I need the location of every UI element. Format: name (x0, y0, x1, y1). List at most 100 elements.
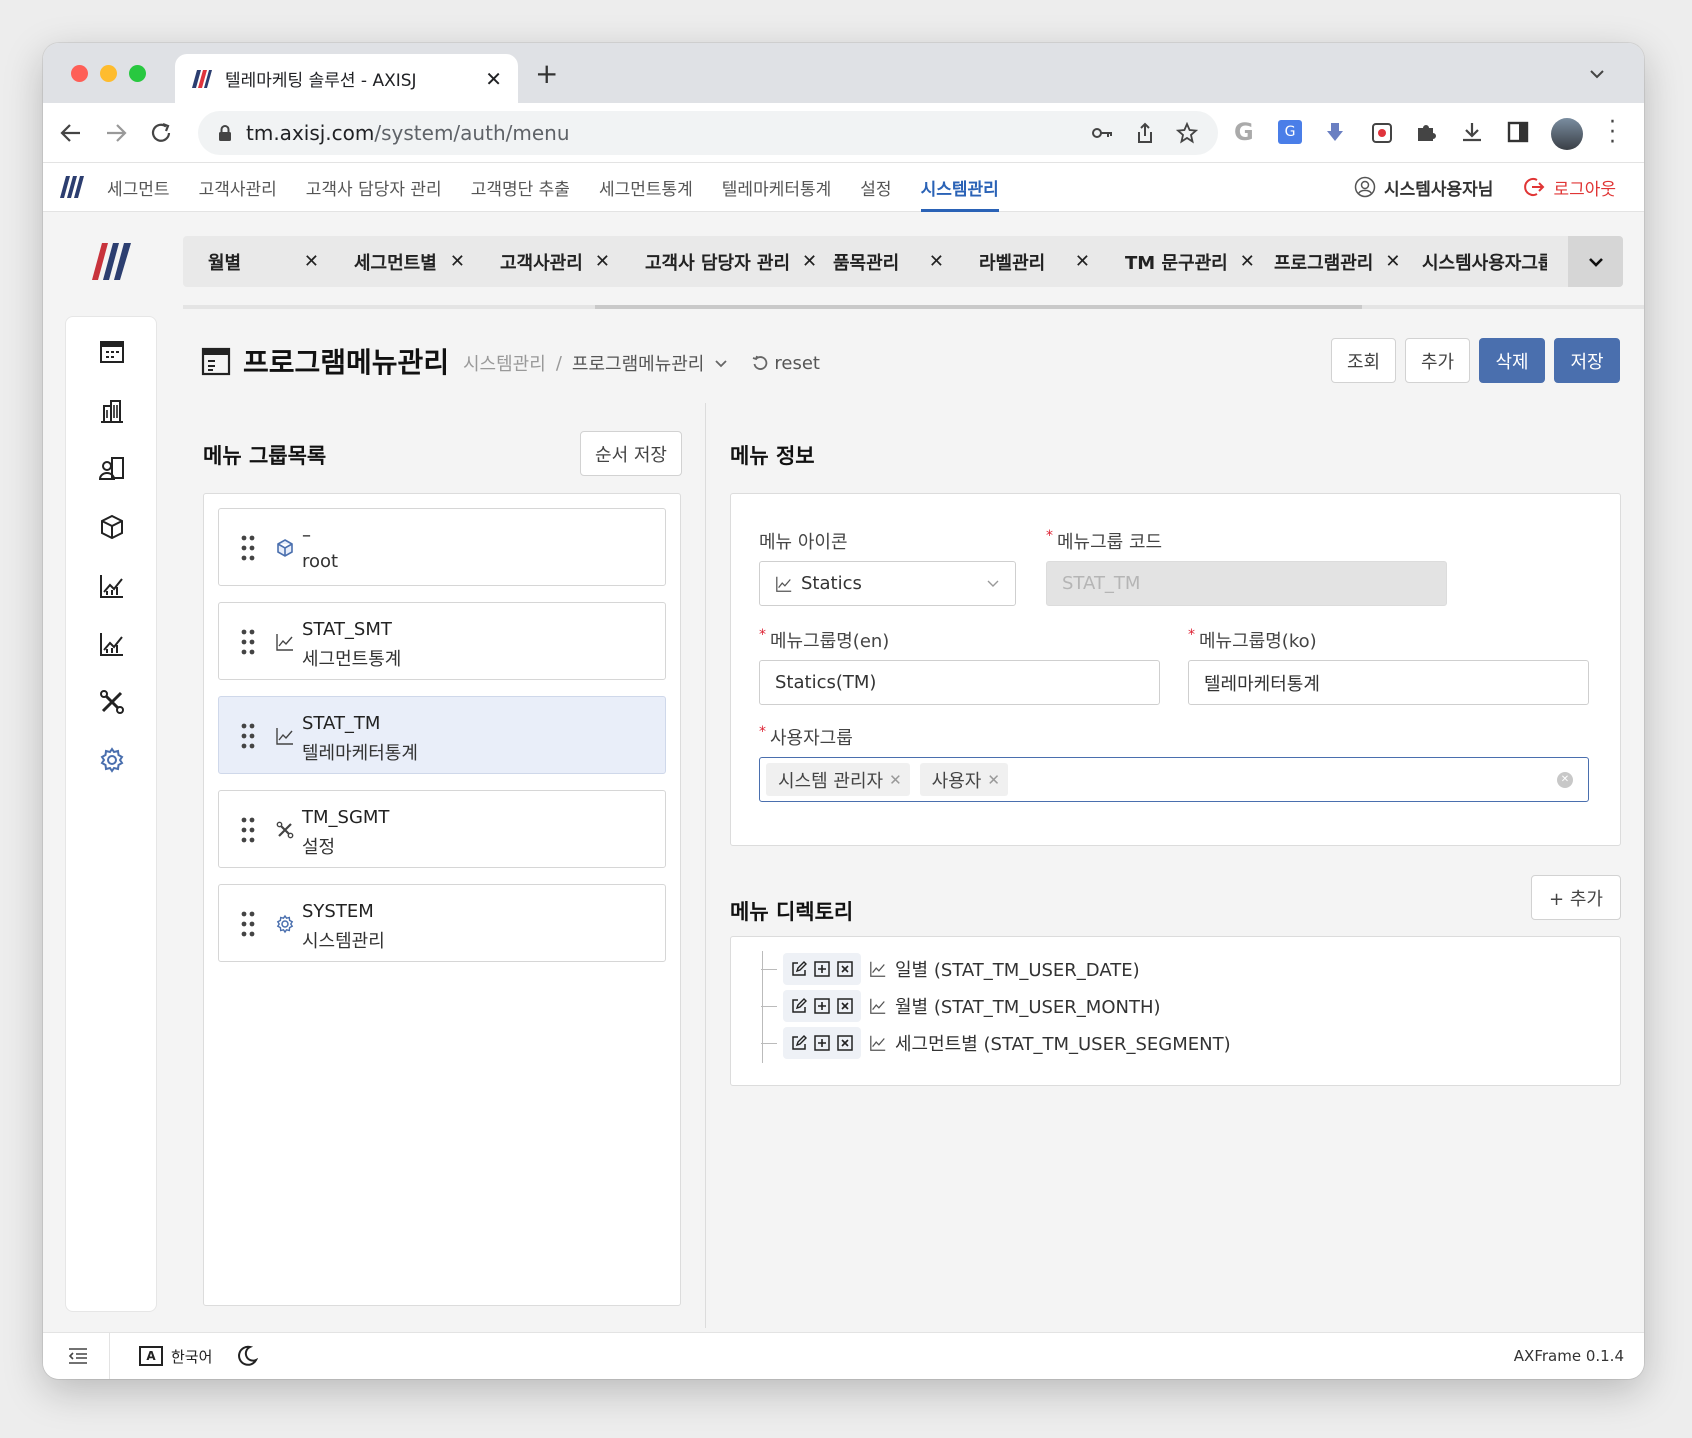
drag-handle-icon[interactable] (241, 629, 255, 655)
search-button[interactable]: 조회 (1331, 338, 1396, 383)
drag-handle-icon[interactable] (241, 723, 255, 749)
kebab-menu-icon[interactable]: · · · (1609, 112, 1616, 154)
add-child-icon[interactable] (814, 998, 830, 1014)
user-group-select[interactable]: 시스템 관리자 ✕ 사용자 ✕ ✕ (759, 757, 1589, 802)
language-icon[interactable]: A (139, 1346, 163, 1366)
language-selector[interactable]: 한국어 (171, 1346, 212, 1367)
page-tab[interactable]: 품목관리 ✕ (808, 236, 954, 287)
delete-button[interactable]: 삭제 (1479, 338, 1545, 383)
reset-icon[interactable] (752, 355, 768, 371)
profile-avatar[interactable] (1551, 118, 1583, 150)
maximize-window-button[interactable] (129, 65, 146, 82)
star-icon[interactable] (1176, 122, 1198, 144)
reload-icon[interactable] (149, 121, 173, 145)
page-tab[interactable]: 고객사관리 ✕ (475, 236, 620, 287)
group-item[interactable]: SYSTEM 시스템관리 (218, 884, 666, 962)
gear-icon[interactable] (98, 746, 126, 774)
edit-icon[interactable] (791, 1035, 807, 1051)
screenshot-icon[interactable] (1370, 121, 1394, 145)
remove-tag-icon[interactable]: ✕ (987, 771, 1000, 789)
group-item[interactable]: TM_SGMT 설정 (218, 790, 666, 868)
add-child-icon[interactable] (814, 961, 830, 977)
extensions-icon[interactable] (1415, 121, 1437, 143)
nav-item-customer[interactable]: 고객사관리 (199, 163, 277, 212)
nav-item-customer-manager[interactable]: 고객사 담당자 관리 (306, 163, 442, 212)
name-ko-input[interactable]: 텔레마케터통계 (1188, 660, 1589, 705)
order-save-button[interactable]: 순서 저장 (580, 431, 682, 476)
close-icon[interactable]: ✕ (595, 251, 610, 272)
drag-handle-icon[interactable] (241, 535, 255, 561)
nav-item-settings[interactable]: 설정 (860, 163, 891, 212)
tools-icon[interactable] (98, 688, 126, 716)
name-en-input[interactable]: Statics(TM) (759, 660, 1160, 705)
google-icon[interactable]: G (1234, 118, 1254, 146)
page-tab[interactable]: TM 문구관리 ✕ (1100, 236, 1255, 287)
nav-item-customer-extract[interactable]: 고객명단 추출 (471, 163, 570, 212)
close-icon[interactable]: ✕ (450, 251, 465, 272)
tabs-overflow-button[interactable] (1568, 236, 1623, 287)
nav-item-segment[interactable]: 세그먼트 (107, 163, 170, 212)
logout-button[interactable]: 로그아웃 (1553, 175, 1616, 200)
panel-divider[interactable] (705, 403, 706, 1328)
page-tab[interactable]: 라벨관리 ✕ (954, 236, 1100, 287)
add-button[interactable]: 추가 (1405, 338, 1470, 383)
download-ext-icon[interactable] (1325, 121, 1345, 143)
nav-item-tm-stats[interactable]: 텔레마케터통계 (722, 163, 831, 212)
page-tab[interactable]: 프로그램관리 ✕ (1249, 236, 1400, 287)
save-button[interactable]: 저장 (1554, 338, 1620, 383)
tabs-scrollbar[interactable] (183, 305, 1644, 309)
group-item[interactable]: STAT_SMT 세그먼트통계 (218, 602, 666, 680)
user-label[interactable]: 시스템사용자님 (1384, 175, 1493, 200)
edit-icon[interactable] (791, 961, 807, 977)
browser-tab[interactable]: 텔레마케팅 솔루션 - AXISJ ✕ (175, 54, 518, 103)
back-icon[interactable] (60, 122, 82, 144)
nav-item-segment-stats[interactable]: 세그먼트통계 (599, 163, 693, 212)
reset-button[interactable]: reset (774, 353, 820, 374)
nav-item-system[interactable]: 시스템관리 (920, 163, 999, 212)
building-icon[interactable] (98, 397, 126, 425)
cube-icon[interactable] (98, 513, 126, 541)
close-tab-icon[interactable]: ✕ (485, 67, 502, 91)
tabs-scrollbar-thumb[interactable] (595, 305, 1362, 309)
translate-icon[interactable]: G (1278, 120, 1302, 144)
icon-select[interactable]: Statics (759, 561, 1016, 606)
key-icon[interactable] (1092, 126, 1114, 140)
new-tab-icon[interactable]: + (535, 57, 558, 90)
logout-icon[interactable] (1523, 176, 1545, 198)
tree-item[interactable]: 세그먼트별 (STAT_TM_USER_SEGMENT) (761, 1025, 1231, 1061)
page-tab[interactable]: 시스템사용자그룹 관리 (1397, 236, 1547, 287)
forward-icon[interactable] (105, 122, 127, 144)
share-icon[interactable] (1136, 122, 1154, 144)
minimize-window-button[interactable] (100, 65, 117, 82)
close-icon[interactable]: ✕ (1075, 251, 1090, 272)
address-bar[interactable]: tm.axisj.com/system/auth/menu (198, 111, 1218, 155)
drag-handle-icon[interactable] (241, 817, 255, 843)
close-icon[interactable]: ✕ (304, 251, 319, 272)
page-tab[interactable]: 세그먼트별 ✕ (329, 236, 475, 287)
close-window-button[interactable] (71, 65, 88, 82)
chart-icon[interactable] (98, 630, 126, 658)
edit-icon[interactable] (791, 998, 807, 1014)
page-tab[interactable]: 고객사 담당자 관리 ✕ (620, 236, 817, 287)
breadcrumb-root[interactable]: 시스템관리 (463, 350, 546, 376)
clear-icon[interactable]: ✕ (1557, 771, 1573, 788)
chevron-down-icon[interactable] (714, 359, 728, 368)
menu-dir-add-button[interactable]: + 추가 (1531, 875, 1621, 920)
remove-icon[interactable] (837, 998, 854, 1014)
group-item[interactable]: – root (218, 508, 666, 586)
user-badge-icon[interactable] (98, 455, 126, 483)
download-icon[interactable] (1460, 120, 1484, 144)
remove-icon[interactable] (837, 1035, 854, 1051)
breadcrumb-current[interactable]: 프로그램메뉴관리 (572, 350, 704, 376)
tree-item[interactable]: 월별 (STAT_TM_USER_MONTH) (761, 988, 1161, 1024)
drag-handle-icon[interactable] (241, 911, 255, 937)
dark-mode-icon[interactable] (236, 1345, 259, 1367)
collapse-sidebar-icon[interactable] (68, 1347, 88, 1365)
calendar-icon[interactable] (98, 338, 126, 366)
sidepanel-icon[interactable] (1507, 121, 1529, 143)
add-child-icon[interactable] (814, 1035, 830, 1051)
app-big-logo-icon[interactable] (91, 241, 133, 281)
remove-tag-icon[interactable]: ✕ (889, 771, 902, 789)
page-tab[interactable]: 월별 ✕ (183, 236, 329, 287)
remove-icon[interactable] (837, 961, 854, 977)
